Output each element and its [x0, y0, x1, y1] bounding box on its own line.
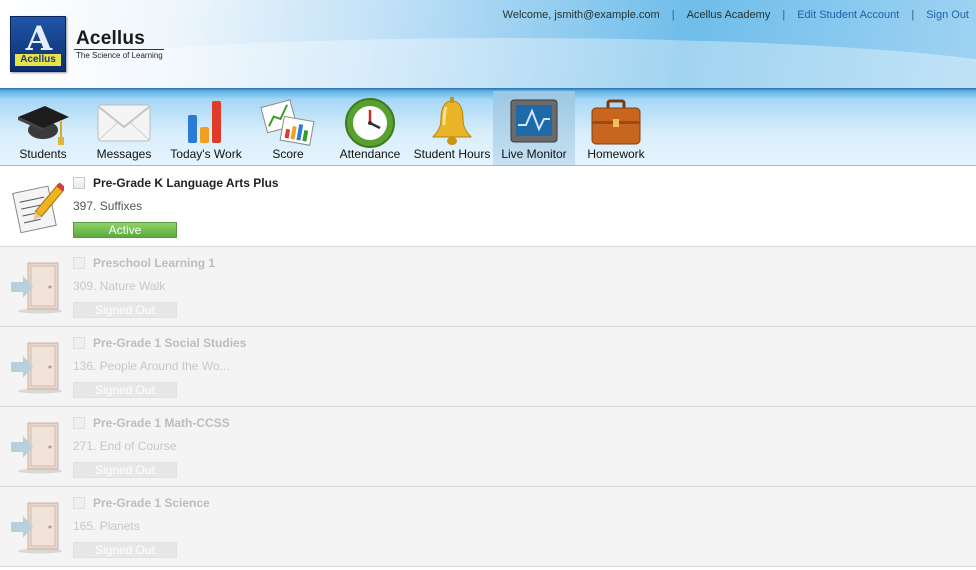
academy-link[interactable]: Acellus Academy [687, 9, 771, 21]
brand-divider [74, 49, 164, 50]
toolbar-attendance[interactable]: Attendance [329, 91, 411, 165]
door-exit-icon [11, 342, 62, 394]
status-badge: Signed Out [73, 302, 177, 318]
brand-tagline: The Science of Learning [76, 51, 163, 60]
brand-name: Acellus [76, 28, 145, 49]
logo-tag: Acellus [15, 54, 61, 66]
lesson-name: 271. End of Course [73, 439, 177, 453]
header-wave-decoration [0, 38, 976, 88]
lesson-name: 309. Nature Walk [73, 279, 166, 293]
briefcase-icon [591, 99, 641, 145]
course-checkbox[interactable] [73, 257, 85, 269]
monitor-icon [510, 99, 558, 143]
header-links: Welcome, jsmith@example.com | Acellus Ac… [503, 9, 969, 21]
status-badge: Signed Out [73, 462, 177, 478]
toolbar-student-hours-label: Student Hours [413, 147, 491, 161]
toolbar-score-label: Score [272, 147, 304, 161]
course-row[interactable]: Pre-Grade 1 Social Studies 136. People A… [0, 327, 976, 407]
status-badge: Active [73, 222, 177, 238]
sign-out-link[interactable]: Sign Out [926, 9, 969, 21]
course-title[interactable]: Preschool Learning 1 [93, 256, 215, 270]
assignment-pencil-icon [12, 182, 64, 234]
course-row[interactable]: Pre-Grade K Language Arts Plus 397. Suff… [0, 167, 976, 247]
bell-icon [431, 97, 473, 145]
course-title[interactable]: Pre-Grade K Language Arts Plus [93, 176, 279, 190]
toolbar-homework[interactable]: Homework [575, 91, 657, 165]
logo-letter: A [25, 19, 53, 59]
toolbar-live-monitor[interactable]: Live Monitor [493, 91, 575, 165]
charts-icon [260, 99, 315, 146]
course-list: Pre-Grade K Language Arts Plus 397. Suff… [0, 167, 976, 567]
link-separator: | [782, 9, 786, 21]
door-exit-icon [11, 422, 62, 474]
toolbar-score[interactable]: Score [247, 91, 329, 165]
lesson-name: 136. People Around the Wo... [73, 359, 230, 373]
graduation-cap-icon [18, 106, 69, 145]
toolbar-attendance-label: Attendance [339, 147, 401, 161]
toolbar-live-monitor-label: Live Monitor [501, 147, 567, 161]
acellus-logo[interactable]: A Acellus [10, 16, 66, 72]
course-row[interactable]: Preschool Learning 1 309. Nature Walk Si… [0, 247, 976, 327]
bar-chart-icon [188, 101, 221, 143]
welcome-text: Welcome, jsmith@example.com [502, 9, 660, 21]
clock-icon [345, 98, 395, 148]
course-row[interactable]: Pre-Grade 1 Math-CCSS 271. End of Course… [0, 407, 976, 487]
door-exit-icon [11, 502, 62, 554]
main-toolbar: Students Messages Today's Work Score Att… [0, 88, 976, 166]
course-title[interactable]: Pre-Grade 1 Science [93, 496, 210, 510]
toolbar-students[interactable]: Students [2, 91, 84, 165]
lesson-name: 165. Planets [73, 519, 140, 533]
course-row[interactable]: Pre-Grade 1 Science 165. Planets Signed … [0, 487, 976, 567]
course-title[interactable]: Pre-Grade 1 Math-CCSS [93, 416, 230, 430]
toolbar-homework-label: Homework [587, 147, 645, 161]
status-badge: Signed Out [73, 542, 177, 558]
app-header: A Acellus Acellus The Science of Learnin… [0, 0, 976, 88]
course-checkbox[interactable] [73, 177, 85, 189]
toolbar-todays-work-label: Today's Work [170, 147, 242, 161]
toolbar-messages-label: Messages [96, 147, 152, 161]
envelope-icon [97, 104, 151, 142]
course-title[interactable]: Pre-Grade 1 Social Studies [93, 336, 246, 350]
toolbar-student-hours[interactable]: Student Hours [411, 91, 493, 165]
toolbar-students-label: Students [19, 147, 67, 161]
toolbar-messages[interactable]: Messages [83, 91, 165, 165]
course-checkbox[interactable] [73, 417, 85, 429]
toolbar-todays-work[interactable]: Today's Work [165, 91, 247, 165]
link-separator: | [671, 9, 675, 21]
link-separator: | [911, 9, 915, 21]
course-checkbox[interactable] [73, 497, 85, 509]
course-checkbox[interactable] [73, 337, 85, 349]
edit-student-account-link[interactable]: Edit Student Account [797, 9, 899, 21]
door-exit-icon [11, 262, 62, 314]
status-badge: Signed Out [73, 382, 177, 398]
lesson-name: 397. Suffixes [73, 199, 143, 213]
